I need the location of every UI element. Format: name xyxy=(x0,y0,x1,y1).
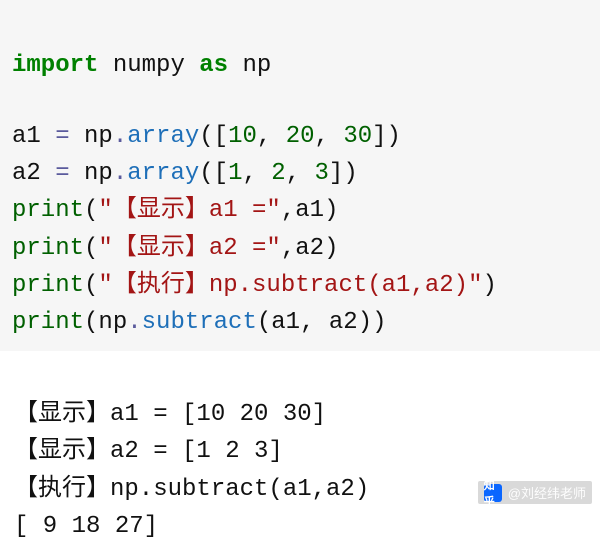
var-a2: a2 xyxy=(12,160,41,187)
keyword-import: import xyxy=(12,52,98,79)
string-display-a2: "【显示】a2 =" xyxy=(98,235,280,262)
code-line-4: a2 = np.array([1, 2, 3]) xyxy=(12,160,358,187)
code-block: import numpy as np a1 = np.array([10, 20… xyxy=(0,0,600,351)
code-line-5: print("【显示】a1 =",a1) xyxy=(12,197,338,224)
paren-close: ) xyxy=(387,123,401,150)
num-3: 3 xyxy=(315,160,329,187)
alias-np: np xyxy=(242,52,271,79)
watermark: 知乎 @刘经纬老师 xyxy=(478,481,592,504)
code-line-6: print("【显示】a2 =",a2) xyxy=(12,235,338,262)
fn-array: array xyxy=(127,160,199,187)
ref-np: np xyxy=(84,123,113,150)
blank-line xyxy=(12,84,588,118)
op-assign: = xyxy=(55,123,69,150)
code-line-3: a1 = np.array([10, 20, 30]) xyxy=(12,123,401,150)
fn-print: print xyxy=(12,197,84,224)
output-line-3: 【执行】np.subtract(a1,a2) xyxy=(14,476,369,503)
fn-subtract: subtract xyxy=(142,309,257,336)
watermark-author: @刘经纬老师 xyxy=(508,483,586,502)
fn-print: print xyxy=(12,309,84,336)
code-line-8: print(np.subtract(a1, a2)) xyxy=(12,309,387,336)
var-a1: a1 xyxy=(12,123,41,150)
bracket-close: ] xyxy=(372,123,386,150)
output-block: 【显示】a1 = [10 20 30] 【显示】a2 = [1 2 3] 【执行… xyxy=(0,351,600,553)
num-30: 30 xyxy=(343,123,372,150)
fn-print: print xyxy=(12,235,84,262)
output-line-4: [ 9 18 27] xyxy=(14,513,158,540)
bracket-open: [ xyxy=(214,123,228,150)
output-line-1: 【显示】a1 = [10 20 30] xyxy=(14,401,326,428)
paren-open: ( xyxy=(199,123,213,150)
num-10: 10 xyxy=(228,123,257,150)
code-line-1: import numpy as np xyxy=(12,52,271,79)
num-2: 2 xyxy=(271,160,285,187)
op-dot: . xyxy=(113,123,127,150)
keyword-as: as xyxy=(199,52,228,79)
zhihu-icon: 知乎 xyxy=(484,484,502,502)
string-display-a1: "【显示】a1 =" xyxy=(98,197,280,224)
fn-print: print xyxy=(12,272,84,299)
output-line-2: 【显示】a2 = [1 2 3] xyxy=(14,438,283,465)
code-line-7: print("【执行】np.subtract(a1,a2)") xyxy=(12,272,497,299)
module-numpy: numpy xyxy=(113,52,185,79)
string-execute: "【执行】np.subtract(a1,a2)" xyxy=(98,272,482,299)
fn-array: array xyxy=(127,123,199,150)
num-1: 1 xyxy=(228,160,242,187)
num-20: 20 xyxy=(286,123,315,150)
